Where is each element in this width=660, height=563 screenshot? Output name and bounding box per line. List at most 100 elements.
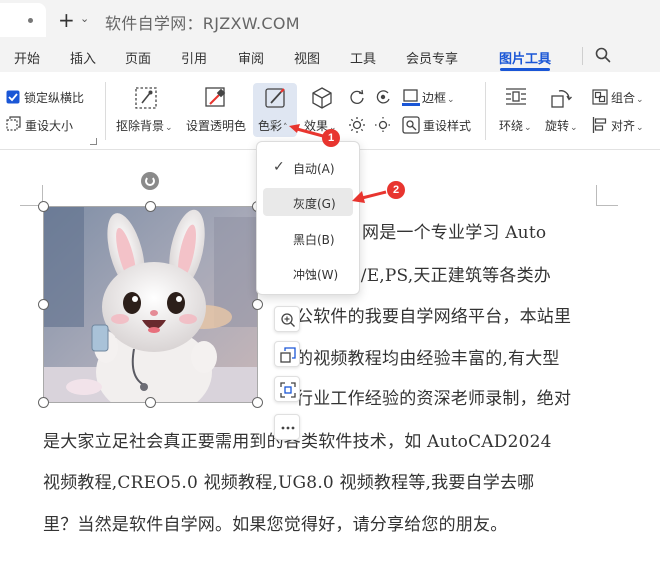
active-tab-underline: [500, 68, 550, 71]
paragraph-line: 网是一个专业学习 Auto: [362, 223, 547, 243]
chevron-down-icon: ⌄: [447, 95, 455, 105]
border-icon: [402, 89, 420, 107]
resize-handle[interactable]: [145, 397, 156, 408]
brightness-decrease-icon[interactable]: [374, 116, 392, 134]
menu-picture-tools[interactable]: 图片工具: [499, 48, 551, 67]
crop-button[interactable]: [274, 376, 300, 402]
transparent-color-icon: [204, 86, 228, 110]
ribbon-divider: [485, 82, 486, 140]
step-badge-2: 2: [387, 181, 405, 199]
color-option-label: 冲蚀(W): [293, 268, 339, 282]
paragraph-line: 里？当然是软件自学网。如果您觉得好，请分享给您的朋友。: [43, 515, 508, 535]
annotation-arrow-1: [289, 124, 324, 138]
chevron-down-icon: ⌄: [165, 123, 173, 133]
contrast-icon[interactable]: [374, 88, 392, 106]
menu-divider: [582, 47, 583, 65]
reset-style-button[interactable]: 重设样式: [423, 117, 471, 134]
color-icon: [264, 86, 288, 110]
paragraph-line: 行业工作经验的资深老师录制，绝对: [296, 389, 572, 409]
border-button[interactable]: 边框⌄: [422, 89, 455, 106]
title-bar: + ⌄ 软件自学网：RJZXW.COM: [0, 0, 660, 40]
more-options-button[interactable]: [274, 414, 300, 440]
bunny-picture[interactable]: [43, 206, 258, 403]
tab-modified-dot: [28, 18, 33, 23]
rotate-label: 旋转: [545, 119, 570, 133]
remove-background-icon: [134, 86, 158, 110]
annotation-arrow-2: [352, 190, 387, 203]
align-button[interactable]: 对齐⌄: [611, 117, 644, 134]
paragraph-line: 的视频教程均由经验丰富的,有大型: [296, 349, 560, 369]
menu-page[interactable]: 页面: [125, 48, 151, 67]
color-option-auto[interactable]: ✓ 自动(A): [263, 153, 353, 181]
menu-references[interactable]: 引用: [181, 48, 207, 67]
menu-member[interactable]: 会员专享: [406, 48, 458, 67]
chevron-down-icon: ⌄: [636, 95, 644, 105]
paragraph-line: ro/E,PS,天正建筑等各类办: [342, 266, 551, 286]
brightness-increase-icon[interactable]: [348, 116, 366, 134]
color-option-label: 自动(A): [293, 162, 335, 176]
menu-insert[interactable]: 插入: [70, 48, 96, 67]
wrap-button[interactable]: 环绕⌄: [499, 117, 532, 134]
search-icon[interactable]: [594, 46, 612, 64]
more-icon: [281, 426, 295, 430]
wrap-label: 环绕: [499, 119, 524, 133]
margin-marker: [596, 185, 597, 205]
group-label: 组合: [611, 91, 636, 105]
resize-handle[interactable]: [38, 201, 49, 212]
check-icon: ✓: [273, 159, 285, 175]
menu-home[interactable]: 开始: [14, 48, 40, 67]
align-icon: [592, 117, 608, 133]
resize-handle[interactable]: [145, 201, 156, 212]
group-button[interactable]: 组合⌄: [611, 89, 644, 106]
paragraph-line: 视频教程,CREO5.0 视频教程,UG8.0 视频教程等,我要自学去哪: [43, 473, 535, 493]
resize-handle[interactable]: [38, 299, 49, 310]
rotate-handle[interactable]: [141, 172, 159, 190]
new-tab-dropdown-icon[interactable]: ⌄: [80, 12, 89, 25]
resize-handle[interactable]: [38, 397, 49, 408]
remove-background-label: 抠除背景: [116, 119, 165, 133]
rotate-icon: [550, 87, 572, 109]
crop-icon: [280, 382, 296, 398]
layout-options-button[interactable]: [274, 341, 300, 367]
zoom-picture-button[interactable]: [274, 306, 300, 332]
resize-handle[interactable]: [252, 397, 263, 408]
menu-bar: 开始 插入 页面 引用 审阅 视图 工具 会员专享 图片工具: [0, 40, 660, 72]
color-option-label: 黑白(B): [293, 233, 335, 247]
resize-handle[interactable]: [252, 299, 263, 310]
menu-review[interactable]: 审阅: [238, 48, 264, 67]
ribbon-divider: [105, 82, 106, 140]
rotate-left-icon[interactable]: [348, 88, 366, 106]
layout-icon: [280, 347, 296, 363]
color-button[interactable]: 色彩˄: [258, 117, 288, 134]
color-label: 色彩: [258, 119, 283, 133]
color-option-label: 灰度(G): [293, 197, 336, 211]
lock-ratio-checkbox[interactable]: [6, 90, 20, 104]
remove-background-button[interactable]: 抠除背景⌄: [116, 117, 173, 134]
margin-marker: [596, 205, 618, 206]
reset-style-icon: [402, 116, 420, 134]
chevron-down-icon: ⌄: [524, 123, 532, 133]
zoom-in-icon: [281, 313, 295, 327]
effects-cube-icon: [310, 86, 334, 110]
chevron-up-icon: ˄: [283, 123, 288, 133]
new-tab-button[interactable]: +: [58, 8, 75, 32]
align-label: 对齐: [611, 119, 636, 133]
document-tab[interactable]: [0, 3, 46, 37]
reset-size-button[interactable]: 重设大小: [25, 117, 73, 134]
step-badge-1: 1: [322, 129, 340, 147]
menu-view[interactable]: 视图: [294, 48, 320, 67]
rotate-button[interactable]: 旋转⌄: [545, 117, 578, 134]
dialog-launcher-icon[interactable]: [90, 138, 97, 145]
border-label: 边框: [422, 91, 447, 105]
group-icon: [592, 89, 608, 105]
menu-tools[interactable]: 工具: [350, 48, 376, 67]
chevron-down-icon: ⌄: [636, 123, 644, 133]
color-option-black-white[interactable]: 黑白(B): [263, 224, 353, 252]
color-dropdown-menu: ✓ 自动(A) 灰度(G) 黑白(B) 冲蚀(W): [256, 141, 360, 295]
color-option-grayscale[interactable]: 灰度(G): [263, 188, 353, 216]
color-option-washout[interactable]: 冲蚀(W): [263, 259, 353, 287]
reset-size-icon: [6, 116, 21, 132]
set-transparent-color-button[interactable]: 设置透明色: [186, 117, 246, 134]
lock-ratio-label[interactable]: 锁定纵横比: [24, 89, 84, 106]
window-title: 软件自学网：RJZXW.COM: [105, 14, 300, 33]
